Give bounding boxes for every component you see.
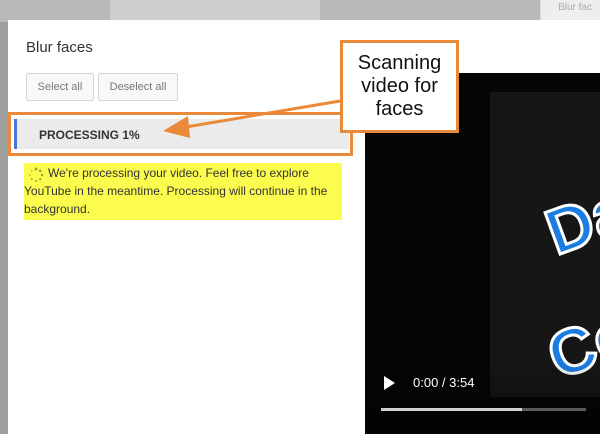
annotation-arrow [163, 99, 341, 138]
